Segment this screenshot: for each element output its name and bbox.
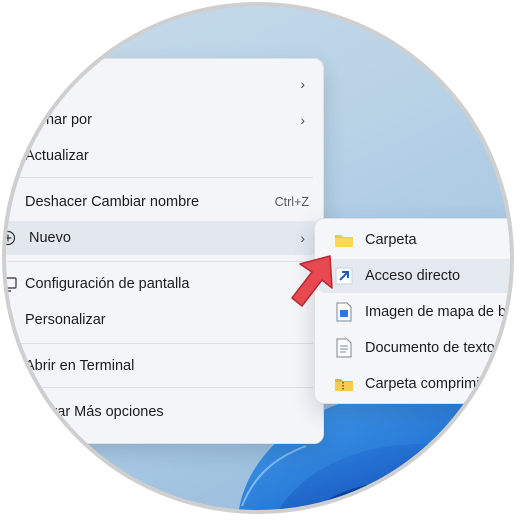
submenu-item-zip-folder[interactable]: Carpeta comprimi [319,367,510,401]
monitor-icon [6,273,19,295]
menu-item-open-terminal-label: Abrir en Terminal [25,358,135,374]
menu-separator [7,387,313,388]
submenu-item-folder-label: Carpeta [365,232,417,248]
desktop-context-menu: › rdenar por › Actualizar Deshacer Cambi… [6,58,324,444]
pencil-icon [6,309,19,331]
submenu-item-shortcut-label: Acceso directo [365,268,461,284]
menu-item-display-settings[interactable]: Configuración de pantalla [6,267,323,301]
menu-item-show-more-options-label: Mostrar Más opciones [21,404,164,420]
shortcut-text: Ctrl+Z [274,195,309,209]
pointer-arrow-icon [291,255,333,307]
zip-folder-icon [333,373,355,395]
submenu-item-text-document-label: Documento de texto [365,340,495,356]
submenu-item-zip-folder-label: Carpeta comprimi [365,376,480,392]
menu-item-undo-rename[interactable]: Deshacer Cambiar nombre Ctrl+Z [6,185,323,219]
menu-separator [7,343,313,344]
menu-item-top[interactable]: › [6,67,323,101]
desktop-viewport: › rdenar por › Actualizar Deshacer Cambi… [2,2,514,514]
menu-item-refresh-label: Actualizar [25,148,89,164]
chevron-right-icon: › [300,76,305,92]
submenu-item-bitmap-label: Imagen de mapa de b [365,304,507,320]
menu-item-sort-by[interactable]: rdenar por › [6,103,323,137]
menu-item-open-terminal[interactable]: Abrir en Terminal [6,349,323,383]
menu-separator [7,261,313,262]
chevron-right-icon: › [300,230,305,246]
text-document-icon [333,337,355,359]
menu-item-new[interactable]: Nuevo › [6,221,319,255]
menu-item-sort-by-label: rdenar por [25,112,92,128]
folder-icon [333,229,355,251]
menu-item-display-settings-label: Configuración de pantalla [25,276,190,292]
menu-item-show-more-options[interactable]: Mostrar Más opciones [6,395,323,429]
menu-item-undo-rename-label: Deshacer Cambiar nombre [25,194,200,210]
menu-separator [7,177,313,178]
menu-item-refresh[interactable]: Actualizar [6,139,323,173]
menu-item-new-label: Nuevo [29,230,71,246]
menu-item-personalize[interactable]: Personalizar [6,303,323,337]
plus-circle-icon [6,227,19,249]
chevron-right-icon: › [300,112,305,128]
screenshot-frame: › rdenar por › Actualizar Deshacer Cambi… [0,0,520,520]
menu-item-personalize-label: Personalizar [25,312,106,328]
undo-icon [6,191,19,213]
submenu-item-text-document[interactable]: Documento de texto [319,331,510,365]
